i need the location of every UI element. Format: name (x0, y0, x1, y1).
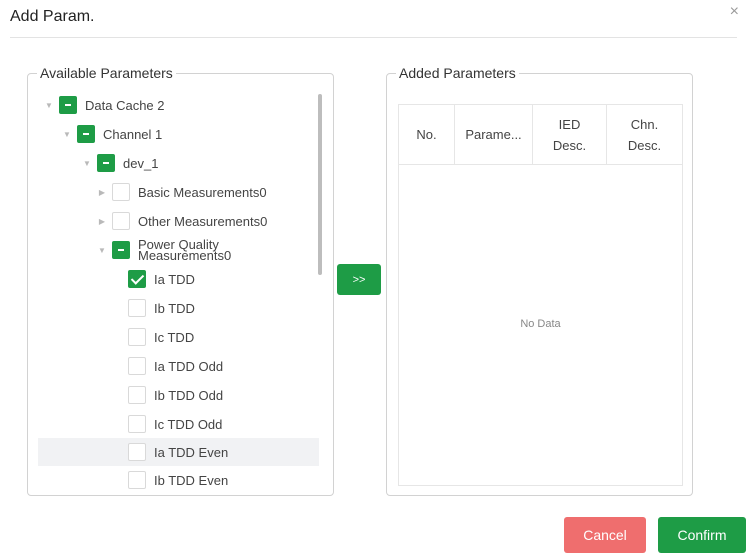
column-header-ied-desc[interactable]: IED Desc. (533, 105, 607, 164)
tree-leaf-label: Ic TDD Odd (154, 416, 223, 432)
tree-leaf-label: Ib TDD (154, 300, 195, 316)
tree-node-label: Data Cache 2 (85, 97, 165, 113)
checkbox-checked[interactable] (128, 270, 146, 288)
tree-node-label-line2: Measurements0 (138, 248, 232, 263)
tree-node-label: Power Quality Measurements0 (138, 238, 232, 263)
checkbox[interactable] (128, 415, 146, 433)
tree-leaf-ic-tdd-odd[interactable]: Ic TDD Odd (38, 410, 319, 438)
close-icon[interactable]: × (730, 4, 739, 20)
tree-leaf-label: Ic TDD (154, 329, 195, 345)
tree-leaf-label: Ib TDD Even (154, 472, 229, 488)
expand-arrow-icon[interactable]: ▶ (96, 188, 108, 197)
column-header-label: Parame... (465, 127, 522, 142)
tree-leaf-label: Ia TDD Odd (154, 358, 224, 374)
collapse-arrow-icon[interactable]: ▼ (96, 246, 108, 255)
tree-node-label: Other Measurements0 (138, 213, 268, 229)
column-header-label: IED Desc. (553, 114, 586, 156)
checkbox-partial[interactable] (112, 241, 130, 259)
tree-leaf-label: Ia TDD Even (154, 444, 229, 460)
parameter-tree[interactable]: ▼ Data Cache 2 ▼ Channel 1 ▼ dev_1 ▶ Bas… (38, 89, 320, 493)
column-header-label: Chn. Desc. (628, 114, 661, 156)
confirm-button[interactable]: Confirm (658, 517, 746, 553)
checkbox-partial[interactable] (97, 154, 115, 172)
checkbox[interactable] (128, 386, 146, 404)
tree-node-label: Channel 1 (103, 126, 163, 142)
column-header-label: No. (416, 127, 437, 142)
tree-node-label: dev_1 (123, 155, 159, 171)
collapse-arrow-icon[interactable]: ▼ (81, 159, 93, 168)
tree-leaf-label: Ia TDD (154, 271, 195, 287)
checkbox[interactable] (128, 357, 146, 375)
added-parameters-panel: Added Parameters No. Parame... IED Desc. (386, 65, 693, 496)
tree-leaf-ib-tdd-odd[interactable]: Ib TDD Odd (38, 381, 319, 409)
tree-leaf-ib-tdd-even[interactable]: Ib TDD Even (38, 466, 319, 493)
column-header-line1: IED (558, 116, 581, 132)
checkbox[interactable] (112, 212, 130, 230)
checkbox[interactable] (112, 183, 130, 201)
column-header-line2: Desc. (627, 137, 662, 153)
tree-leaf-ia-tdd[interactable]: Ia TDD (38, 265, 319, 293)
checkbox[interactable] (128, 328, 146, 346)
checkbox-partial[interactable] (77, 125, 95, 143)
tree-leaf-label: Ib TDD Odd (154, 387, 224, 403)
empty-table-text: No Data (520, 318, 561, 330)
expand-arrow-icon[interactable]: ▶ (96, 217, 108, 226)
column-header-line2: Desc. (552, 137, 587, 153)
added-parameters-legend: Added Parameters (396, 65, 519, 81)
cancel-button[interactable]: Cancel (564, 517, 646, 553)
tree-leaf-ia-tdd-even[interactable]: Ia TDD Even (38, 438, 319, 466)
tree-node-data-cache[interactable]: ▼ Data Cache 2 (38, 91, 319, 119)
tree-leaf-ib-tdd[interactable]: Ib TDD (38, 294, 319, 322)
collapse-arrow-icon[interactable]: ▼ (61, 130, 73, 139)
available-parameters-legend: Available Parameters (37, 65, 176, 81)
checkbox[interactable] (128, 443, 146, 461)
tree-node-power-quality[interactable]: ▼ Power Quality Measurements0 (38, 236, 319, 264)
collapse-arrow-icon[interactable]: ▼ (43, 101, 55, 110)
tree-leaf-ia-tdd-odd[interactable]: Ia TDD Odd (38, 352, 319, 380)
tree-scrollbar[interactable] (318, 94, 322, 275)
add-to-selection-button[interactable]: >> (337, 264, 381, 295)
column-header-parameter[interactable]: Parame... (455, 105, 533, 164)
checkbox-partial[interactable] (59, 96, 77, 114)
title-divider (10, 37, 737, 38)
tree-leaf-ic-tdd[interactable]: Ic TDD (38, 323, 319, 351)
tree-node-label: Basic Measurements0 (138, 184, 267, 200)
checkbox[interactable] (128, 471, 146, 489)
tree-node-other-measurements[interactable]: ▶ Other Measurements0 (38, 207, 319, 235)
checkbox[interactable] (128, 299, 146, 317)
added-parameters-table: No. Parame... IED Desc. Chn. Desc. No Da… (398, 104, 683, 486)
column-header-chn-desc[interactable]: Chn. Desc. (607, 105, 682, 164)
table-header: No. Parame... IED Desc. Chn. Desc. (399, 105, 682, 165)
column-header-line1: Chn. (630, 116, 659, 132)
dialog-title: Add Param. (10, 8, 95, 25)
tree-node-channel[interactable]: ▼ Channel 1 (38, 120, 319, 148)
available-parameters-panel: Available Parameters ▼ Data Cache 2 ▼ Ch… (27, 65, 334, 496)
tree-node-basic-measurements[interactable]: ▶ Basic Measurements0 (38, 178, 319, 206)
column-header-no[interactable]: No. (399, 105, 455, 164)
tree-node-device[interactable]: ▼ dev_1 (38, 149, 319, 177)
